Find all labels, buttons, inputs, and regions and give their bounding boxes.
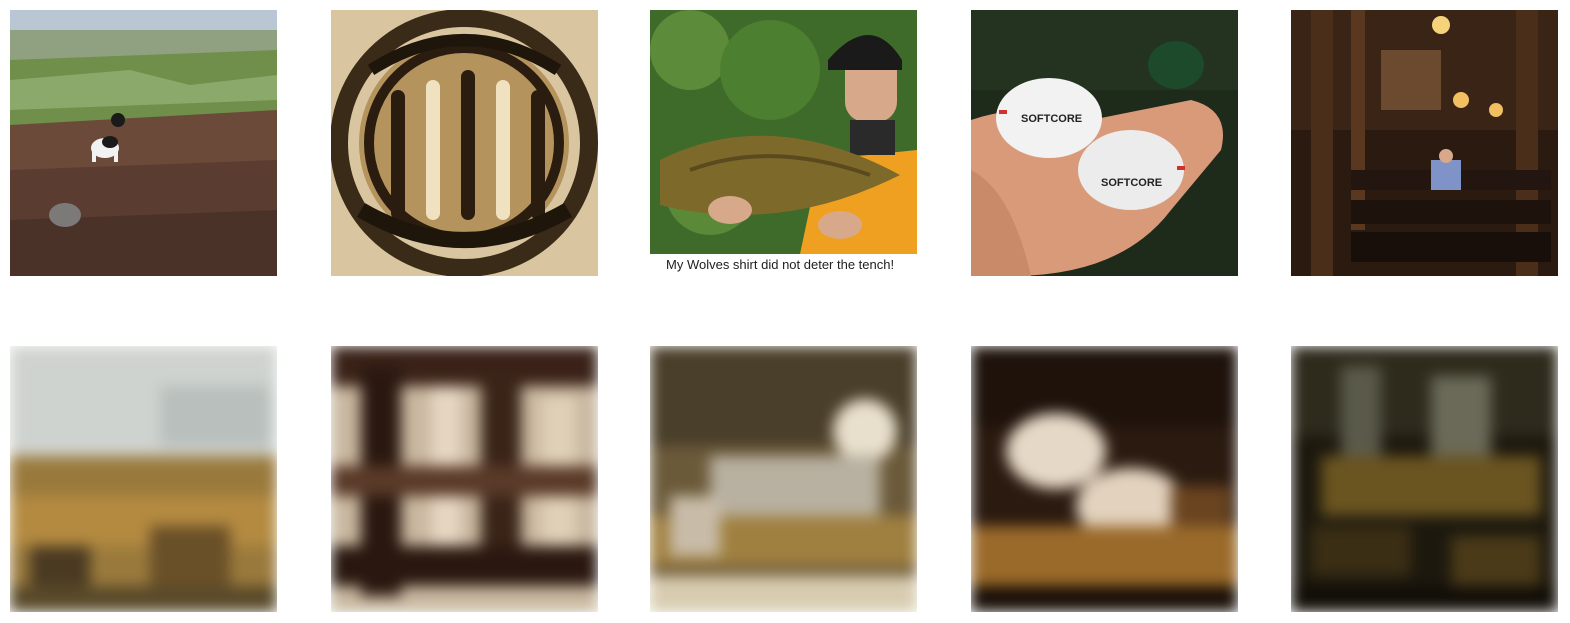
image-church-interior [1291,10,1558,276]
image-grid: My Wolves shirt did not deter the tench!… [0,0,1570,623]
image-blurred-reconstruction-5 [1291,346,1558,612]
golf-ball-text: SOFTCORE [1021,113,1082,125]
image-man-holding-tench: My Wolves shirt did not deter the tench! [650,10,917,276]
image-golf-balls-in-hand: SOFTCORE SOFTCORE [971,10,1238,276]
golf-ball-text: SOFTCORE [1101,177,1162,189]
image-blurred-reconstruction-1 [10,346,277,612]
image-blurred-reconstruction-3 [650,346,917,612]
image-dog-on-moorland [10,10,277,276]
image-blurred-reconstruction-4 [971,346,1238,612]
image-french-horn [331,10,598,276]
image-blurred-reconstruction-2 [331,346,598,612]
image-caption: My Wolves shirt did not deter the tench! [650,254,917,276]
